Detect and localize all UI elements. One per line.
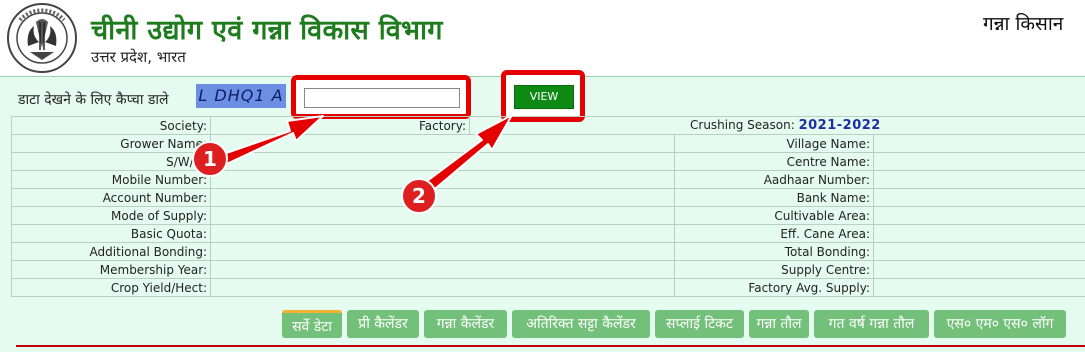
table-row: Mobile Number: Aadhaar Number: <box>12 171 1085 189</box>
factory-avg-supply-label: Factory Avg. Supply: <box>675 279 874 297</box>
department-title: चीनी उद्योग एवं गन्ना विकास विभाग <box>91 10 443 47</box>
account-number-label: Account Number: <box>12 189 211 207</box>
tab-cane-weighment[interactable]: गन्ना तौल <box>749 310 809 338</box>
aadhaar-number-value <box>874 171 1085 189</box>
step-2-badge: 2 <box>401 178 437 214</box>
section-divider <box>16 345 1085 347</box>
supply-centre-label: Supply Centre: <box>675 261 874 279</box>
captcha-prompt: डाटा देखने के लिए कैप्चा डाले <box>18 90 169 109</box>
crushing-season-value: 2021-2022 <box>799 118 881 133</box>
centre-name-value <box>874 153 1085 171</box>
grower-name-label: Grower Name: <box>12 135 211 153</box>
table-row: S/W/O: Centre Name: <box>12 153 1085 171</box>
crushing-season-cell: Crushing Season: 2021-2022 <box>470 117 1085 135</box>
swo-value <box>211 153 675 171</box>
page-header: चीनी उद्योग एवं गन्ना विकास विभाग उत्तर … <box>0 0 1085 75</box>
membership-year-label: Membership Year: <box>12 261 211 279</box>
total-bonding-value <box>874 243 1085 261</box>
captcha-input[interactable] <box>304 88 460 108</box>
village-name-value <box>874 135 1085 153</box>
mode-of-supply-value <box>211 207 675 225</box>
table-row: Crop Yield/Hect: Factory Avg. Supply: <box>12 279 1085 297</box>
basic-quota-value <box>211 225 675 243</box>
additional-bonding-label: Additional Bonding: <box>12 243 211 261</box>
top-right-heading: गन्ना किसान <box>983 10 1063 36</box>
captcha-input-highlight <box>291 75 471 119</box>
up-government-emblem-icon <box>6 2 78 74</box>
table-row: Grower Name: Village Name: <box>12 135 1085 153</box>
total-bonding-label: Total Bonding: <box>675 243 874 261</box>
cultivable-area-label: Cultivable Area: <box>675 207 874 225</box>
aadhaar-number-label: Aadhaar Number: <box>675 171 874 189</box>
crop-yield-label: Crop Yield/Hect: <box>12 279 211 297</box>
view-button[interactable]: VIEW <box>514 85 574 109</box>
table-row: Membership Year: Supply Centre: <box>12 261 1085 279</box>
tab-supply-ticket[interactable]: सप्लाई टिकट <box>655 310 744 338</box>
eff-cane-area-value <box>874 225 1085 243</box>
supply-centre-value <box>874 261 1085 279</box>
society-label: Society: <box>12 117 211 135</box>
view-button-highlight: VIEW <box>501 70 585 122</box>
tab-survey-data[interactable]: सर्वे डेटा <box>282 310 342 338</box>
centre-name-label: Centre Name: <box>675 153 874 171</box>
crop-yield-value <box>211 279 675 297</box>
membership-year-value <box>211 261 675 279</box>
step-1-badge: 1 <box>192 141 228 177</box>
factory-avg-supply-value <box>874 279 1085 297</box>
table-row: Basic Quota: Eff. Cane Area: <box>12 225 1085 243</box>
table-row: Mode of Supply: Cultivable Area: <box>12 207 1085 225</box>
bank-name-label: Bank Name: <box>675 189 874 207</box>
tab-last-year-weighment[interactable]: गत वर्ष गन्ना तौल <box>814 310 929 338</box>
bank-name-value <box>874 189 1085 207</box>
tab-cane-calendar[interactable]: गन्ना कैलेंडर <box>424 310 507 338</box>
tab-additional-bond-calendar[interactable]: अतिरिक्त सट्टा कैलेंडर <box>512 310 650 338</box>
table-row: Additional Bonding: Total Bonding: <box>12 243 1085 261</box>
tab-sms-log[interactable]: एस० एम० एस० लॉग <box>934 310 1066 338</box>
captcha-image: L DHQ1 A <box>196 84 286 108</box>
eff-cane-area-label: Eff. Cane Area: <box>675 225 874 243</box>
table-row: Society: Factory: Crushing Season: 2021-… <box>12 117 1085 135</box>
state-subtitle: उत्तर प्रदेश, भारत <box>91 47 186 67</box>
crushing-season-label: Crushing Season: <box>690 118 795 132</box>
tab-pre-calendar[interactable]: प्री कैलेंडर <box>347 310 419 338</box>
factory-label: Factory: <box>211 117 470 135</box>
mobile-number-value <box>211 171 675 189</box>
basic-quota-label: Basic Quota: <box>12 225 211 243</box>
additional-bonding-value <box>211 243 675 261</box>
grower-name-value <box>211 135 675 153</box>
swo-label: S/W/O: <box>12 153 211 171</box>
account-number-value <box>211 189 675 207</box>
grower-info-table: Society: Factory: Crushing Season: 2021-… <box>11 116 1085 297</box>
mobile-number-label: Mobile Number: <box>12 171 211 189</box>
cultivable-area-value <box>874 207 1085 225</box>
mode-of-supply-label: Mode of Supply: <box>12 207 211 225</box>
village-name-label: Village Name: <box>675 135 874 153</box>
table-row: Account Number: Bank Name: <box>12 189 1085 207</box>
